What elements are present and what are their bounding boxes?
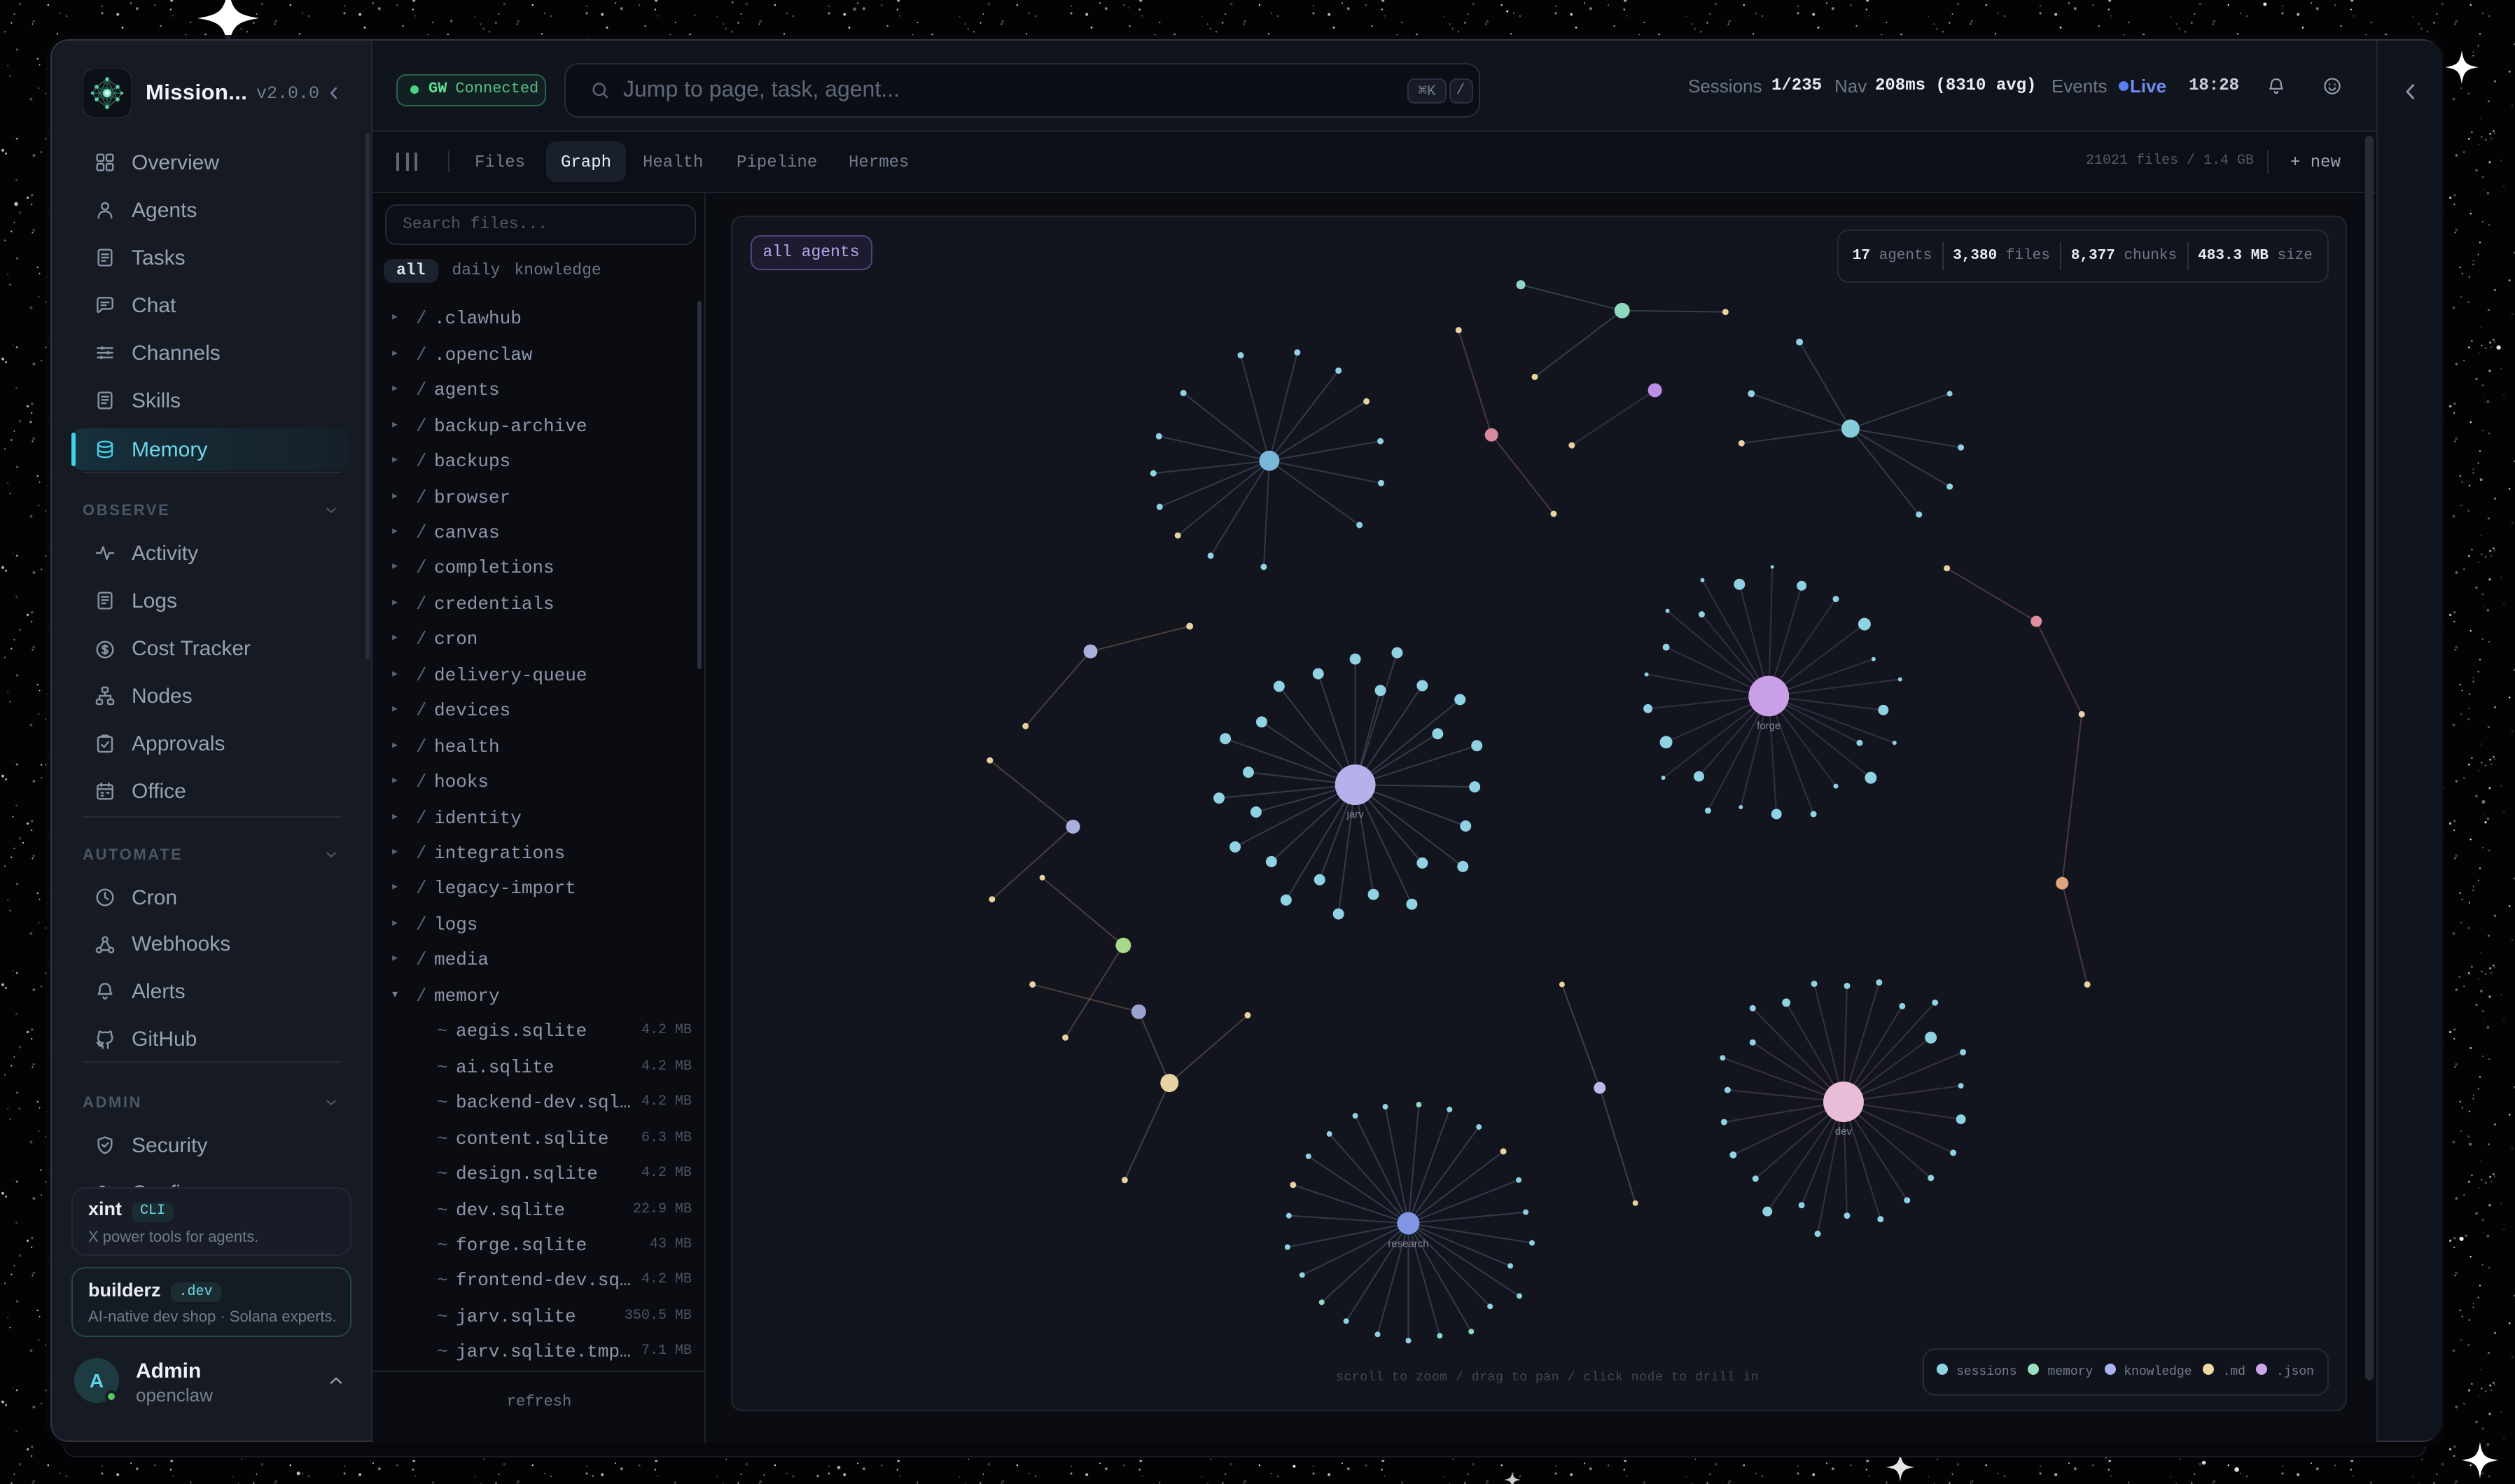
svg-text:research: research xyxy=(1388,1238,1428,1250)
svg-text:forge: forge xyxy=(1757,719,1781,731)
svg-text:jarv: jarv xyxy=(1346,808,1365,820)
svg-text:dev: dev xyxy=(1835,1125,1853,1137)
